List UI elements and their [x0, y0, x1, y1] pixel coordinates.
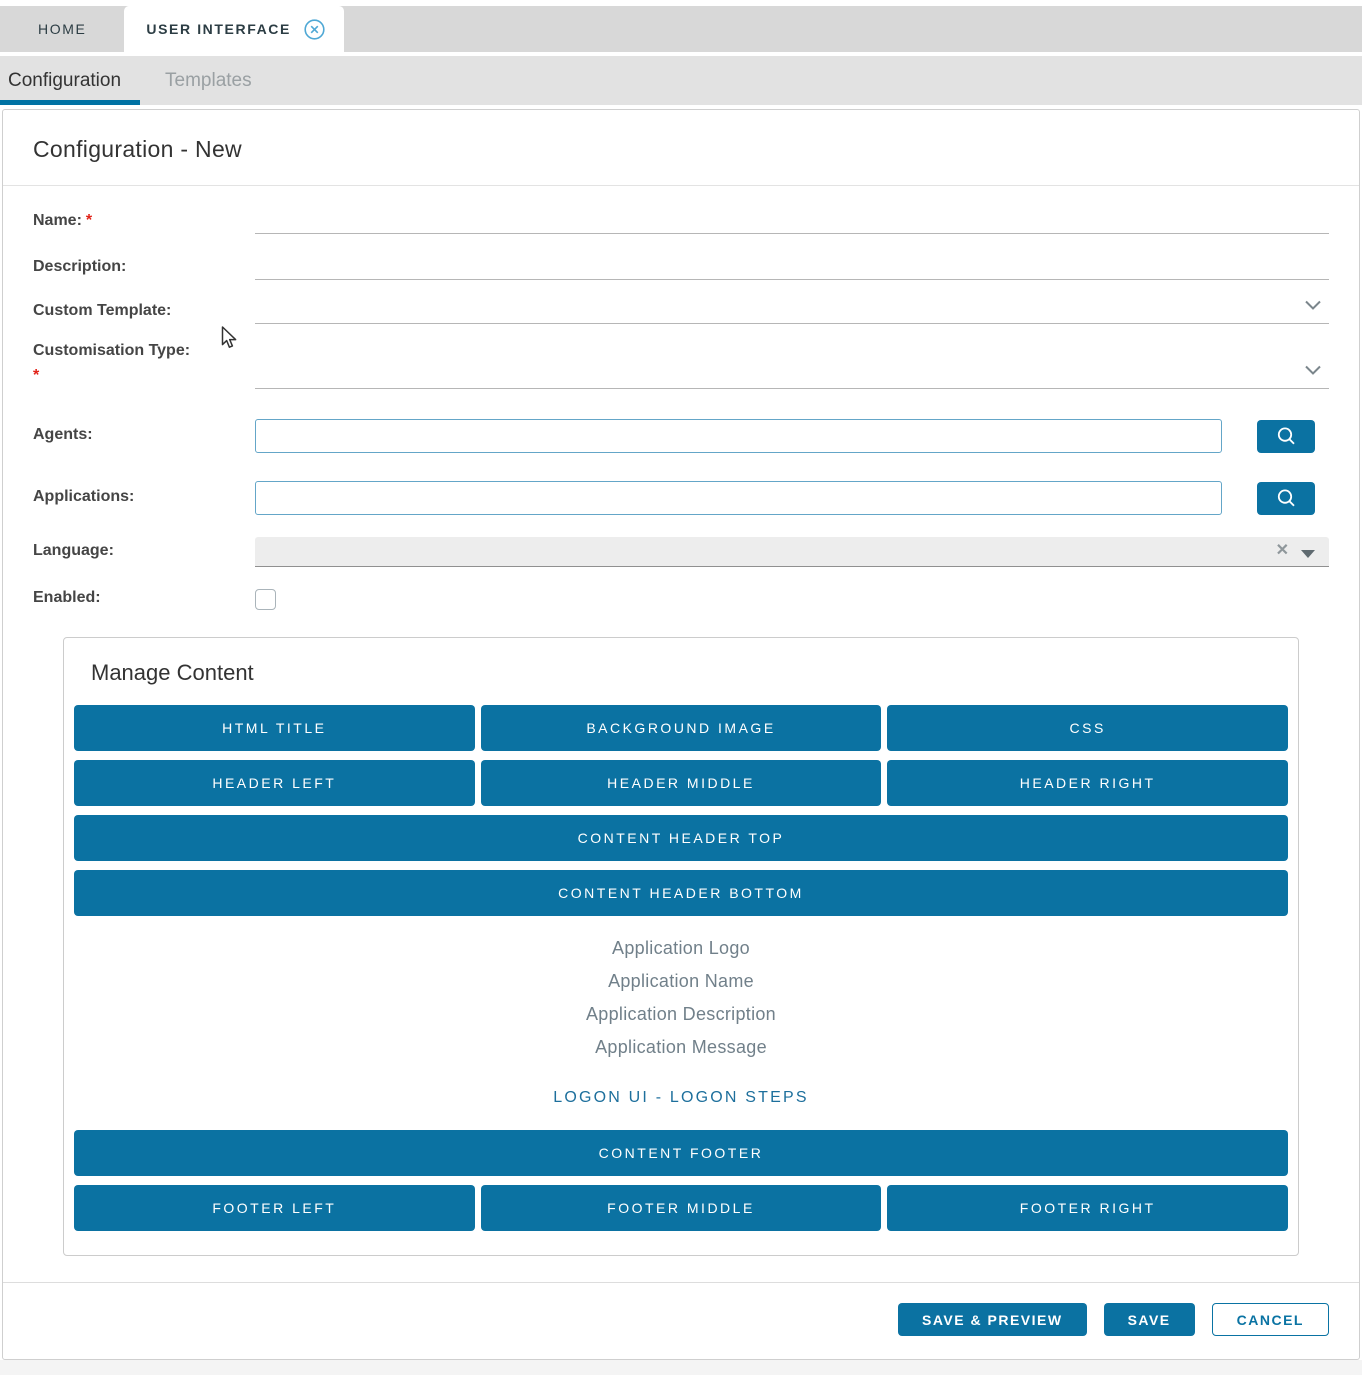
tab-user-interface-label: USER INTERFACE [146, 21, 291, 37]
customisation-type-row: Customisation Type: * [33, 340, 1329, 389]
panel-header: Configuration - New [3, 110, 1359, 186]
application-description-link[interactable]: Application Description [74, 998, 1288, 1031]
enabled-row: Enabled: [33, 587, 1329, 611]
content-header-top-button[interactable]: CONTENT HEADER TOP [74, 815, 1288, 861]
language-label: Language: [33, 542, 114, 559]
page-title: Configuration - New [33, 136, 242, 162]
applications-input[interactable] [255, 481, 1222, 515]
subtab-configuration[interactable]: Configuration [8, 70, 121, 92]
content-footer-button[interactable]: CONTENT FOOTER [74, 1130, 1288, 1176]
search-icon [1276, 488, 1297, 509]
name-label: Name: * [33, 210, 255, 234]
configuration-panel: Configuration - New Name: * Description: … [2, 109, 1360, 1360]
description-row: Description: [33, 254, 1329, 280]
name-row: Name: * [33, 208, 1329, 234]
footer-middle-button[interactable]: FOOTER MIDDLE [480, 1185, 882, 1231]
close-tab-icon[interactable] [304, 18, 325, 40]
description-label: Description: [33, 258, 127, 275]
language-row: Language: ✕ [33, 537, 1329, 567]
html-title-button[interactable]: HTML TITLE [74, 705, 475, 751]
chevron-down-icon[interactable] [1305, 362, 1321, 380]
customisation-type-label-text: Customisation Type: [33, 342, 191, 359]
enabled-label: Enabled: [33, 589, 101, 606]
save-button[interactable]: SAVE [1103, 1303, 1195, 1336]
footer-buttons-grid: CONTENT FOOTER FOOTER LEFT FOOTER MIDDLE… [74, 1130, 1288, 1231]
save-and-preview-button[interactable]: SAVE & PREVIEW [898, 1303, 1087, 1336]
custom-template-select[interactable] [255, 298, 1329, 324]
subtab-bar: Configuration Templates [0, 56, 1362, 105]
custom-template-row: Custom Template: [33, 298, 1329, 324]
agents-input[interactable] [255, 419, 1222, 453]
applications-row: Applications: [33, 481, 1329, 515]
application-message-link[interactable]: Application Message [74, 1031, 1288, 1064]
background-image-button[interactable]: BACKGROUND IMAGE [480, 705, 882, 751]
subtab-templates[interactable]: Templates [165, 70, 252, 92]
chevron-down-icon[interactable] [1305, 297, 1321, 315]
agents-search-button[interactable] [1257, 419, 1315, 453]
name-required-marker: * [85, 212, 93, 229]
panel-footer: SAVE & PREVIEW SAVE CANCEL [3, 1282, 1359, 1359]
agents-row: Agents: [33, 419, 1329, 453]
content-header-bottom-button[interactable]: CONTENT HEADER BOTTOM [74, 870, 1288, 916]
customisation-type-input[interactable] [255, 363, 1329, 389]
customisation-type-required-marker: * [33, 367, 40, 384]
name-label-text: Name: [33, 212, 82, 229]
agents-label: Agents: [33, 426, 93, 443]
logon-ui-logon-steps-link[interactable]: LOGON UI - LOGON STEPS [74, 1089, 1288, 1107]
footer-left-button[interactable]: FOOTER LEFT [74, 1185, 475, 1231]
header-right-button[interactable]: HEADER RIGHT [887, 760, 1288, 806]
applications-field [255, 481, 1329, 515]
css-button[interactable]: CSS [887, 705, 1288, 751]
tab-user-interface[interactable]: USER INTERFACE [124, 6, 344, 52]
cancel-button[interactable]: CANCEL [1211, 1303, 1329, 1336]
header-middle-button[interactable]: HEADER MIDDLE [480, 760, 882, 806]
agents-field [255, 419, 1329, 453]
search-icon [1276, 426, 1297, 447]
caret-down-icon[interactable] [1301, 550, 1315, 558]
header-left-button[interactable]: HEADER LEFT [74, 760, 475, 806]
application-links: Application Logo Application Name Applic… [74, 932, 1288, 1064]
manage-content-title: Manage Content [91, 660, 254, 685]
clear-icon[interactable]: ✕ [1276, 542, 1289, 560]
footer-right-button[interactable]: FOOTER RIGHT [887, 1185, 1288, 1231]
active-subtab-underline [0, 100, 140, 105]
enabled-checkbox[interactable] [255, 588, 276, 610]
customisation-type-select[interactable] [255, 363, 1329, 389]
applications-label: Applications: [33, 488, 135, 505]
description-input[interactable] [255, 254, 1329, 280]
name-input[interactable] [255, 208, 1329, 234]
manage-content-grid: HTML TITLE BACKGROUND IMAGE CSS HEADER L… [74, 705, 1288, 916]
applications-search-button[interactable] [1257, 481, 1315, 515]
custom-template-input[interactable] [255, 298, 1329, 324]
customisation-type-label: Customisation Type: * [33, 340, 255, 389]
custom-template-label: Custom Template: [33, 302, 172, 319]
application-name-link[interactable]: Application Name [74, 965, 1288, 998]
tab-home[interactable]: HOME [0, 6, 108, 52]
main-tab-bar: HOME USER INTERFACE [0, 6, 1362, 52]
manage-content-section: Manage Content HTML TITLE BACKGROUND IMA… [63, 637, 1299, 1256]
configuration-form: Name: * Description: Custom Template: Cus… [3, 208, 1359, 1256]
page-background-strip [0, 1360, 1362, 1375]
language-select[interactable]: ✕ [255, 537, 1329, 567]
application-logo-link[interactable]: Application Logo [74, 932, 1288, 965]
